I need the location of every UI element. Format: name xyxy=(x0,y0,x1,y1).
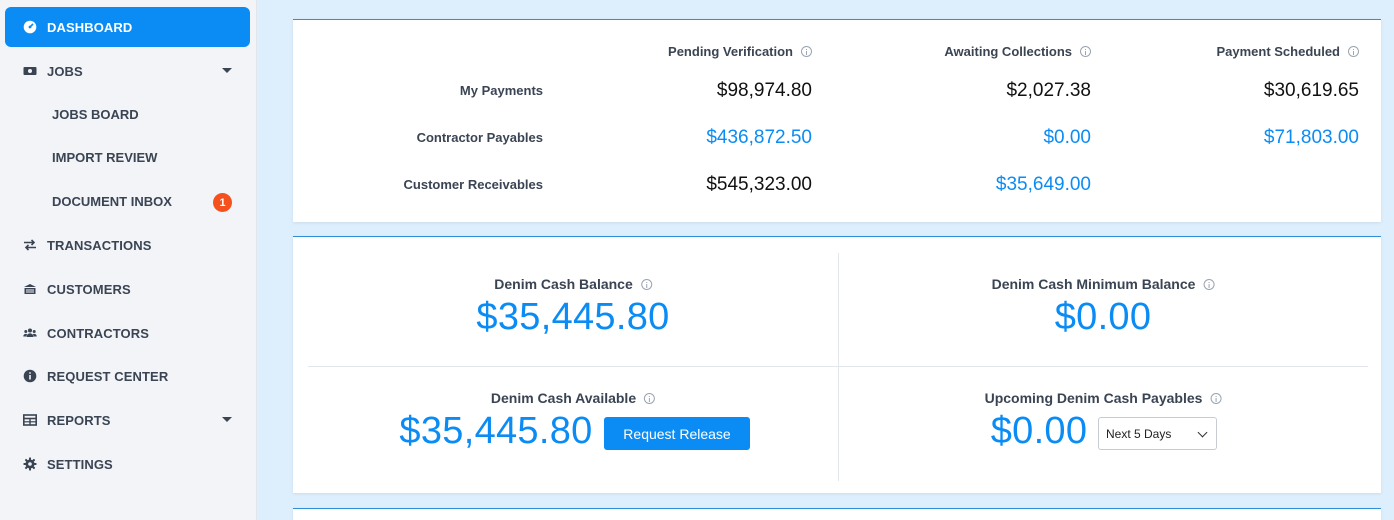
sidebar-item-jobs[interactable]: JOBS xyxy=(5,51,250,91)
cash-balance-value: $35,445.80 xyxy=(476,296,670,338)
building-icon xyxy=(22,281,38,297)
divider xyxy=(308,366,1368,367)
amount-contractor-scheduled[interactable]: $71,803.00 xyxy=(1264,127,1359,149)
info-icon[interactable] xyxy=(640,278,652,290)
cash-minimum-title: Denim Cash Minimum Balance xyxy=(992,276,1215,292)
sidebar-item-label: CONTRACTORS xyxy=(47,325,149,341)
amount-customer-pending: $545,323.00 xyxy=(706,174,812,195)
sidebar-subitem-import-review[interactable]: IMPORT REVIEW xyxy=(52,147,157,167)
users-icon xyxy=(22,325,38,341)
column-header-awaiting-collections: Awaiting Collections xyxy=(944,44,1091,59)
notification-badge: 1 xyxy=(213,193,232,212)
cash-minimum-value: $0.00 xyxy=(1054,296,1152,338)
row-label-customer-receivables: Customer Receivables xyxy=(403,177,543,192)
denim-cash-card: Denim Cash Balance $35,445.80 Denim Cash… xyxy=(293,236,1381,493)
arrows-exchange-icon xyxy=(22,237,38,253)
table-icon xyxy=(22,412,38,428)
chevron-down-icon[interactable] xyxy=(222,417,232,422)
sidebar-item-label: JOBS xyxy=(47,63,83,79)
upcoming-payables-value: $0.00 xyxy=(990,410,1088,452)
sidebar-item-label: CUSTOMERS xyxy=(47,281,131,297)
sidebar-subitem-document-inbox[interactable]: DOCUMENT INBOX xyxy=(52,191,172,211)
info-icon[interactable] xyxy=(1080,46,1091,57)
cash-available-value: $35,445.80 xyxy=(399,410,593,452)
divider xyxy=(838,253,839,481)
request-release-button[interactable]: Request Release xyxy=(604,417,750,450)
money-icon xyxy=(22,63,38,79)
cash-balance-title: Denim Cash Balance xyxy=(494,276,652,292)
sidebar-item-transactions[interactable]: TRANSACTIONS xyxy=(5,225,250,265)
payments-summary-card: Pending Verification Awaiting Collection… xyxy=(293,19,1381,222)
info-icon[interactable] xyxy=(644,392,656,404)
info-icon[interactable] xyxy=(1203,278,1215,290)
amount-my-payments-scheduled: $30,619.65 xyxy=(1263,80,1359,101)
period-select[interactable]: Next 5 Days xyxy=(1098,417,1217,450)
column-header-payment-scheduled: Payment Scheduled xyxy=(1216,44,1359,59)
amount-contractor-pending[interactable]: $436,872.50 xyxy=(706,127,812,149)
amount-contractor-awaiting[interactable]: $0.00 xyxy=(1043,127,1091,149)
sidebar-item-label: REPORTS xyxy=(47,412,111,428)
sidebar-item-settings[interactable]: SETTINGS xyxy=(5,444,250,484)
row-label-contractor-payables: Contractor Payables xyxy=(416,130,543,145)
sidebar-item-customers[interactable]: CUSTOMERS xyxy=(5,269,250,309)
upcoming-payables-title: Upcoming Denim Cash Payables xyxy=(985,390,1222,406)
sidebar-item-label: REQUEST CENTER xyxy=(47,368,169,384)
sidebar-subitem-jobs-board[interactable]: JOBS BOARD xyxy=(52,104,139,124)
amount-my-payments-pending: $98,974.80 xyxy=(716,80,812,101)
sidebar-item-dashboard[interactable]: DASHBOARD xyxy=(5,7,250,47)
chevron-down-icon xyxy=(1197,427,1208,438)
info-circle-icon xyxy=(22,368,38,384)
dashboard-gauge-icon xyxy=(22,19,38,35)
chevron-down-icon[interactable] xyxy=(222,68,232,73)
sidebar-item-contractors[interactable]: CONTRACTORS xyxy=(5,313,250,353)
amount-customer-awaiting[interactable]: $35,649.00 xyxy=(996,174,1091,196)
amount-my-payments-awaiting: $2,027.38 xyxy=(1006,80,1091,101)
info-icon[interactable] xyxy=(1348,46,1359,57)
gear-icon xyxy=(22,456,38,472)
next-card xyxy=(293,508,1381,520)
column-header-pending-verification: Pending Verification xyxy=(668,44,812,59)
sidebar-item-request-center[interactable]: REQUEST CENTER xyxy=(5,356,250,396)
info-icon[interactable] xyxy=(801,46,812,57)
info-icon[interactable] xyxy=(1210,392,1222,404)
sidebar-item-reports[interactable]: REPORTS xyxy=(5,400,250,440)
sidebar-item-label: DASHBOARD xyxy=(47,19,133,35)
cash-available-title: Denim Cash Available xyxy=(491,390,656,406)
sidebar-item-label: SETTINGS xyxy=(47,456,113,472)
row-label-my-payments: My Payments xyxy=(459,83,543,98)
sidebar: DASHBOARD JOBS JOBS BOARD IMPORT REVIEW … xyxy=(0,0,257,520)
sidebar-item-label: TRANSACTIONS xyxy=(47,237,152,253)
